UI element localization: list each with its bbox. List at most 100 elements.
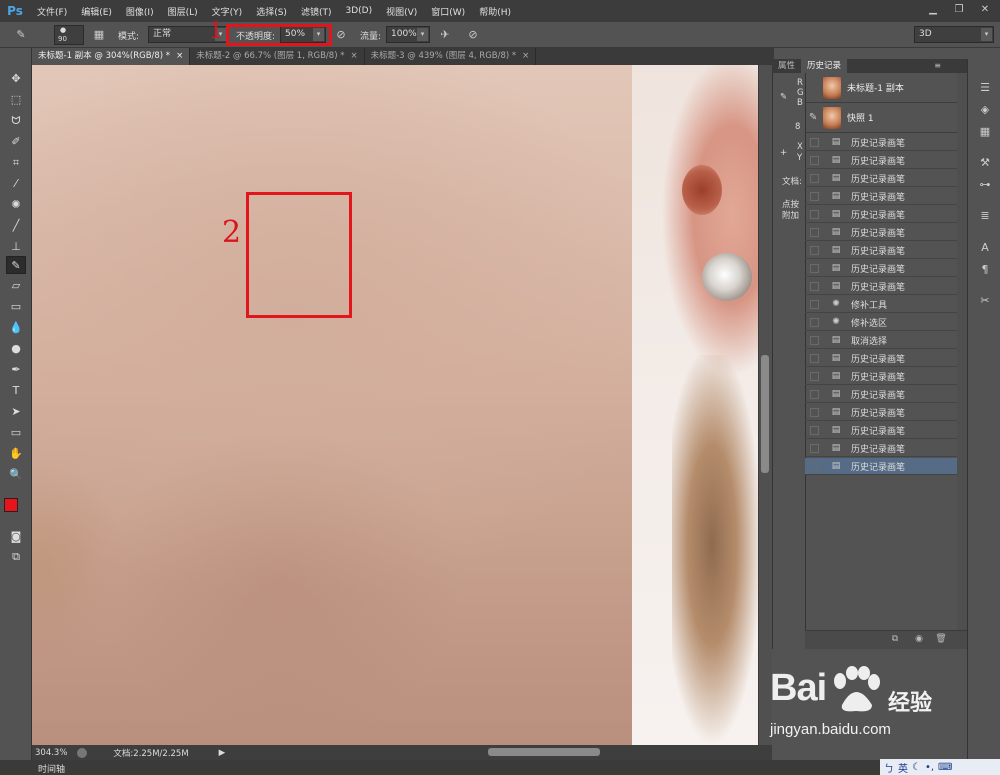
image-canvas[interactable]: 2 (32, 65, 758, 745)
tab-history[interactable]: 历史记录 (801, 59, 848, 73)
ime-toolbar[interactable]: ㄅ 英 ☾ •, ⌨ (880, 759, 1000, 775)
history-source-checkbox[interactable] (810, 371, 819, 381)
history-state-row[interactable]: ▤ 历史记录画笔 (805, 278, 957, 295)
history-source-checkbox[interactable] (810, 425, 819, 435)
punctuation-icon[interactable]: •, (925, 762, 934, 773)
history-state-row[interactable]: ▤ 历史记录画笔 (805, 386, 957, 403)
marquee-tool-icon[interactable]: ⬚ (6, 91, 26, 109)
history-source-checkbox[interactable] (810, 263, 819, 273)
history-state-row[interactable]: ▤ 历史记录画笔 (805, 224, 957, 241)
tool-presets-icon[interactable]: ⚒ (977, 155, 993, 171)
menu-filter[interactable]: 滤镜(T) (294, 5, 339, 18)
eraser-tool-icon[interactable]: ▱ (6, 277, 26, 295)
tools-options-icon[interactable]: ✂ (977, 293, 993, 309)
3d-panel-icon[interactable]: ◈ (977, 102, 993, 118)
menu-view[interactable]: 视图(V) (379, 5, 424, 18)
history-source-checkbox[interactable] (810, 155, 819, 165)
history-state-row[interactable]: ▤ 历史记录画笔 (805, 170, 957, 187)
horizontal-scroll-thumb[interactable] (488, 748, 600, 756)
history-state-row[interactable]: ▤ 取消选择 (805, 332, 957, 349)
history-source-checkbox[interactable] (810, 281, 819, 291)
eyedropper-tool-icon[interactable]: ⁄ (6, 175, 26, 193)
airbrush-icon[interactable]: ✈ (436, 26, 454, 44)
crop-tool-icon[interactable]: ⌗ (6, 154, 26, 172)
history-source-checkbox[interactable] (810, 227, 819, 237)
path-select-tool-icon[interactable]: ➤ (6, 403, 26, 421)
history-state-row[interactable]: ▤ 历史记录画笔 (805, 188, 957, 205)
pressure-opacity-icon[interactable]: ⊘ (332, 26, 350, 44)
quick-select-tool-icon[interactable]: ✐ (6, 133, 26, 151)
timeline-tab[interactable]: 时间轴 (38, 762, 65, 775)
keyboard-icon[interactable]: ⌨ (938, 762, 952, 773)
screen-mode-icon[interactable]: ⧉ (6, 548, 26, 566)
zoom-level[interactable]: 304.3% (35, 748, 67, 758)
healing-brush-tool-icon[interactable]: ✺ (6, 196, 26, 214)
history-brush-source-icon[interactable]: ✎ (809, 112, 817, 123)
close-window-button[interactable]: ✕ (974, 2, 996, 18)
foreground-color-swatch[interactable] (4, 498, 18, 512)
menu-3d[interactable]: 3D(D) (338, 6, 379, 16)
dodge-tool-icon[interactable]: ● (6, 340, 26, 358)
tab-document-3[interactable]: 未标题-3 @ 439% (图层 4, RGB/8) * × (365, 48, 537, 65)
brush-preset-picker[interactable]: ● 90 (54, 25, 84, 45)
new-document-from-state-icon[interactable]: ⧉ (889, 634, 901, 646)
history-state-row[interactable]: ▤ 历史记录画笔 (805, 152, 957, 169)
menu-file[interactable]: 文件(F) (30, 5, 74, 18)
history-source-checkbox[interactable] (810, 443, 819, 453)
hand-tool-icon[interactable]: ✋ (6, 445, 26, 463)
history-source-checkbox[interactable] (810, 335, 819, 345)
tab-document-1[interactable]: 未标题-1 副本 @ 304%(RGB/8) * × (32, 48, 191, 65)
history-state-row[interactable]: ▤ 历史记录画笔 (805, 440, 957, 457)
zoom-tool-icon[interactable]: 🔍 (6, 466, 26, 484)
history-scrollbar[interactable] (957, 73, 967, 630)
history-source-checkbox[interactable] (810, 389, 819, 399)
move-tool-icon[interactable]: ✥ (6, 70, 26, 88)
history-state-row[interactable]: ▤ 历史记录画笔 (805, 368, 957, 385)
menu-type[interactable]: 文字(Y) (205, 5, 250, 18)
menu-edit[interactable]: 编辑(E) (74, 5, 119, 18)
history-source-checkbox[interactable] (810, 137, 819, 147)
lasso-tool-icon[interactable]: ᗢ (6, 112, 26, 130)
type-tool-icon[interactable]: T (6, 382, 26, 400)
minimize-button[interactable]: ▁ (922, 2, 944, 18)
clone-stamp-tool-icon[interactable]: ⊥ (6, 238, 26, 256)
menu-layer[interactable]: 图层(L) (161, 5, 205, 18)
brush-tool-icon[interactable]: ╱ (6, 217, 26, 235)
panel-menu-icon[interactable]: ≡ (934, 59, 941, 73)
history-source-checkbox[interactable] (810, 407, 819, 417)
tab-properties[interactable]: 属性 (772, 59, 801, 73)
quick-mask-icon[interactable]: ◙ (6, 528, 26, 546)
trash-icon[interactable]: 🗑 (935, 634, 947, 646)
ime-language[interactable]: 英 (898, 760, 908, 775)
history-state-row[interactable]: ▤ 历史记录画笔 (805, 458, 957, 475)
character-panel-icon[interactable]: A (977, 240, 993, 256)
history-source-checkbox[interactable] (810, 353, 819, 363)
history-state-row[interactable]: ▤ 历史记录画笔 (805, 242, 957, 259)
history-source-checkbox[interactable] (810, 317, 819, 327)
history-brush-tool-icon[interactable]: ✎ (6, 256, 26, 274)
history-state-row[interactable]: ▤ 历史记录画笔 (805, 260, 957, 277)
history-source-checkbox[interactable] (810, 299, 819, 309)
vertical-scroll-thumb[interactable] (761, 355, 769, 473)
restore-button[interactable]: ❐ (948, 2, 970, 18)
camera-icon[interactable]: ◉ (913, 634, 925, 646)
paragraph-panel-icon[interactable]: ¶ (977, 262, 993, 278)
history-source-checkbox[interactable] (810, 209, 819, 219)
status-icon[interactable] (77, 747, 88, 758)
history-panel-icon[interactable]: ☰ (977, 80, 993, 96)
pressure-size-icon[interactable]: ⊘ (464, 26, 482, 44)
adjustments-icon[interactable]: ⊶ (977, 177, 993, 193)
blur-tool-icon[interactable]: 💧 (6, 319, 26, 337)
history-state-row[interactable]: ✺ 修补选区 (805, 314, 957, 331)
close-icon[interactable]: × (350, 48, 357, 65)
history-state-row[interactable]: ▤ 历史记录画笔 (805, 404, 957, 421)
history-snapshot[interactable]: ✎ 快照 1 (805, 103, 957, 133)
grid-panel-icon[interactable]: ▦ (977, 124, 993, 140)
gradient-tool-icon[interactable]: ▭ (6, 298, 26, 316)
close-icon[interactable]: × (176, 48, 183, 65)
tab-document-2[interactable]: 未标题-2 @ 66.7% (图层 1, RGB/8) * × (190, 48, 365, 65)
history-source-checkbox[interactable] (810, 461, 819, 471)
close-icon[interactable]: × (522, 48, 529, 65)
history-state-row[interactable]: ✺ 修补工具 (805, 296, 957, 313)
brush-panel-icon[interactable]: ▦ (90, 26, 108, 44)
